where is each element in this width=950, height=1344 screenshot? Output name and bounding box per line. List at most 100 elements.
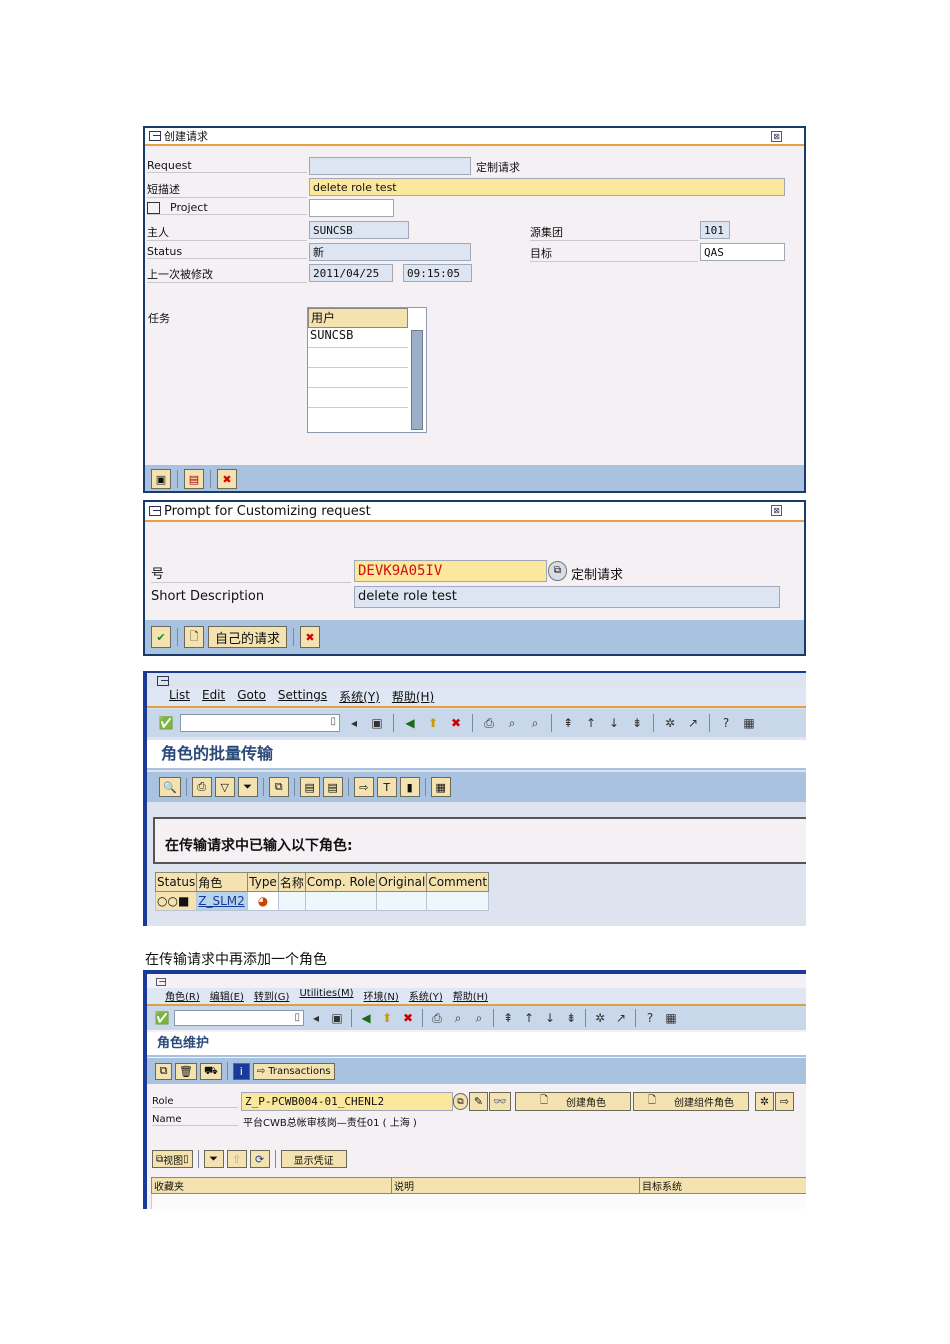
col-status[interactable]: Status <box>154 872 198 892</box>
new-session-icon[interactable]: ✲ <box>591 1009 609 1027</box>
short-description-input[interactable]: delete role test <box>309 178 785 196</box>
task-row[interactable] <box>308 368 408 388</box>
close-icon[interactable]: ⊠ <box>771 131 782 142</box>
menu-edit[interactable]: 编辑(E) <box>210 988 244 1004</box>
print-icon[interactable]: ⎙ <box>191 777 212 797</box>
menu-environment[interactable]: 环境(N) <box>364 988 399 1004</box>
help-icon[interactable]: ? <box>717 714 735 732</box>
last-page-icon[interactable]: ⇟ <box>628 714 646 732</box>
project-input[interactable] <box>309 199 394 217</box>
find-icon[interactable]: ⌕ <box>449 1009 467 1027</box>
command-field[interactable] <box>180 714 340 732</box>
task-row[interactable] <box>308 348 408 368</box>
col-comp-role[interactable]: Comp. Role <box>304 872 378 892</box>
menu-goto[interactable]: Goto <box>237 688 266 706</box>
create-composite-role-button[interactable]: 🗋 创建组件角色 <box>633 1092 749 1111</box>
export-excel-icon[interactable]: ▤ <box>299 777 320 797</box>
save-icon[interactable]: ▣ <box>151 469 171 489</box>
layout-grid-icon[interactable]: ▦ <box>430 777 451 797</box>
back-arrow-icon[interactable]: ◂ <box>307 1009 325 1027</box>
delete-icon[interactable]: 🗑 <box>175 1062 197 1080</box>
menu-edit[interactable]: Edit <box>202 688 225 706</box>
find-next-icon[interactable]: ⌕ <box>470 1009 488 1027</box>
tasks-scrollbar[interactable] <box>411 330 423 430</box>
shortcut-icon[interactable]: ↗ <box>684 714 702 732</box>
command-field[interactable] <box>174 1010 304 1026</box>
cancel-icon[interactable]: ✖ <box>217 469 237 489</box>
enter-icon[interactable]: ✅ <box>157 714 175 732</box>
enter-icon[interactable]: ✅ <box>153 1009 171 1027</box>
save-icon[interactable]: ▣ <box>368 714 386 732</box>
details-icon[interactable]: 🔍 <box>159 777 181 797</box>
create-role-button[interactable]: 🗋 创建角色 <box>515 1092 631 1111</box>
back-icon[interactable]: ◀ <box>401 714 419 732</box>
task-row[interactable] <box>308 388 408 408</box>
col-description[interactable]: 说明 <box>392 1178 640 1193</box>
save-icon[interactable]: ▣ <box>328 1009 346 1027</box>
change-icon[interactable]: ✎ <box>469 1092 488 1111</box>
cancel-button[interactable]: ✖ <box>300 626 321 648</box>
refresh-icon[interactable]: ⟳ <box>249 1150 270 1168</box>
task-row[interactable]: SUNCSB <box>308 328 408 348</box>
print-icon[interactable]: ⎙ <box>480 714 498 732</box>
show-authorizations-button[interactable]: 显示凭证 <box>280 1150 347 1168</box>
new-request-icon[interactable]: 🗋 <box>184 626 204 648</box>
menu-role[interactable]: 角色(R) <box>165 988 200 1004</box>
word-processing-icon[interactable]: ▤ <box>322 777 343 797</box>
project-icon[interactable] <box>147 202 160 214</box>
request-number-input[interactable]: DEVK9A05IV <box>354 560 547 582</box>
cancel-icon[interactable]: ✖ <box>447 714 465 732</box>
next-page-icon[interactable]: ↓ <box>541 1009 559 1027</box>
layout-icon[interactable]: ▦ <box>662 1009 680 1027</box>
transport-icon[interactable]: ⛟ <box>199 1062 222 1080</box>
upload-icon[interactable]: ⇧ <box>226 1150 247 1168</box>
confirm-button[interactable]: ✔ <box>151 626 171 648</box>
own-requests-button[interactable]: 自己的请求 <box>208 626 288 648</box>
transactions-button[interactable]: ⇨ Transactions <box>252 1062 335 1080</box>
export-icon[interactable]: ⇨ <box>353 777 374 797</box>
shortcut-icon[interactable]: ↗ <box>612 1009 630 1027</box>
first-page-icon[interactable]: ⇞ <box>499 1009 517 1027</box>
cancel-icon[interactable]: ✖ <box>399 1009 417 1027</box>
role-link[interactable]: Z_SLM2 <box>196 891 249 911</box>
request-field[interactable] <box>309 157 471 175</box>
menu-system[interactable]: 系统(Y) <box>339 688 380 706</box>
table-row[interactable]: ○○■ Z_SLM2 ◕ <box>154 891 490 911</box>
back-icon[interactable]: ◀ <box>357 1009 375 1027</box>
role-input[interactable]: Z_P-PCWB004-01_CHENL2 <box>241 1092 453 1111</box>
new-session-icon[interactable]: ✲ <box>661 714 679 732</box>
abc-analysis-icon[interactable]: T <box>376 777 397 797</box>
menu-system[interactable]: 系统(Y) <box>409 988 443 1004</box>
graphic-icon[interactable]: ▮ <box>399 777 420 797</box>
copy-icon[interactable]: ⧉ <box>155 1062 172 1080</box>
layout-icon[interactable]: ▦ <box>740 714 758 732</box>
filter-icon[interactable]: ⏷ <box>203 1150 224 1168</box>
col-type[interactable]: Type <box>247 872 279 892</box>
menu-help[interactable]: 帮助(H) <box>392 688 434 706</box>
new-entry-icon[interactable]: ✲ <box>755 1092 774 1111</box>
col-name[interactable]: 名称 <box>277 872 306 892</box>
filter-icon[interactable]: ⏷ <box>237 777 258 797</box>
help-icon[interactable]: ? <box>641 1009 659 1027</box>
total-icon[interactable]: ⧉ <box>268 777 289 797</box>
last-page-icon[interactable]: ⇟ <box>562 1009 580 1027</box>
transaction-tree-icon[interactable]: ⇨ <box>775 1092 794 1111</box>
next-page-icon[interactable]: ↓ <box>605 714 623 732</box>
display-icon[interactable]: 👓 <box>489 1092 511 1111</box>
info-icon[interactable]: i <box>232 1062 250 1080</box>
exit-icon[interactable]: ⬆ <box>424 714 442 732</box>
col-original[interactable]: Original <box>376 872 428 892</box>
menu-utilities[interactable]: Utilities(M) <box>299 988 353 1004</box>
value-help-icon[interactable]: ⧉ <box>548 561 567 581</box>
col-target-system[interactable]: 目标系统 <box>640 1178 682 1193</box>
print-icon[interactable]: ⎙ <box>428 1009 446 1027</box>
target-input[interactable]: QAS <box>700 243 785 261</box>
tasks-header[interactable]: 用户 <box>308 308 408 328</box>
value-help-icon[interactable]: ⧉ <box>453 1093 468 1110</box>
col-comment[interactable]: Comment <box>426 872 490 892</box>
menu-list[interactable]: List <box>169 688 190 706</box>
exit-icon[interactable]: ⬆ <box>378 1009 396 1027</box>
menu-help[interactable]: 帮助(H) <box>453 988 488 1004</box>
prev-page-icon[interactable]: ↑ <box>582 714 600 732</box>
sort-icon[interactable]: ▽ <box>214 777 235 797</box>
